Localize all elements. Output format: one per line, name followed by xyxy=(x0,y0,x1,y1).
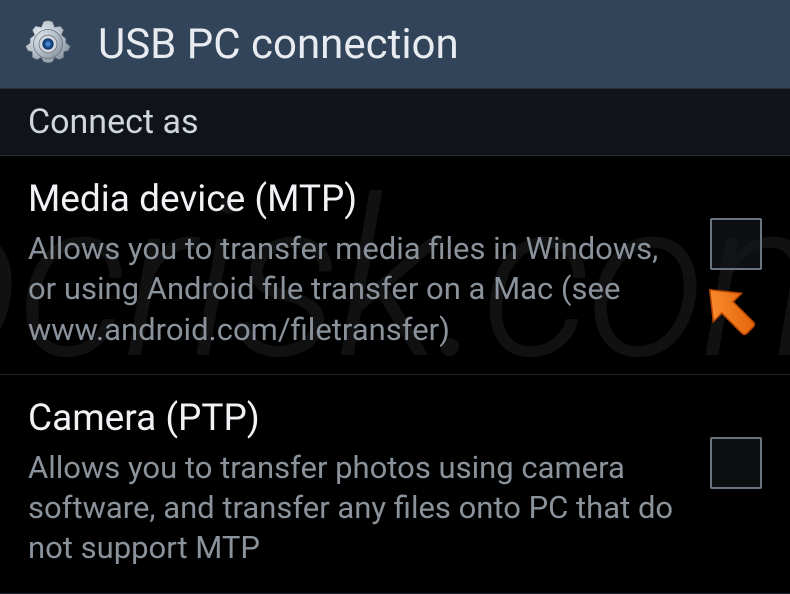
checkbox-wrap xyxy=(710,397,762,489)
page-title: USB PC connection xyxy=(98,20,459,69)
section-title: Connect as xyxy=(28,102,199,142)
arrow-pointer-icon xyxy=(696,276,766,350)
option-text: Camera (PTP) Allows you to transfer phot… xyxy=(28,397,710,569)
section-header: Connect as xyxy=(0,88,790,156)
option-text: Media device (MTP) Allows you to transfe… xyxy=(28,178,710,350)
checkbox-wrap xyxy=(710,178,762,270)
option-title: Camera (PTP) xyxy=(28,397,690,440)
option-ptp[interactable]: Camera (PTP) Allows you to transfer phot… xyxy=(0,375,790,594)
checkbox-ptp[interactable] xyxy=(710,437,762,489)
option-title: Media device (MTP) xyxy=(28,178,690,221)
header-bar: USB PC connection xyxy=(0,0,790,88)
gear-icon xyxy=(20,16,76,72)
checkbox-mtp[interactable] xyxy=(710,218,762,270)
option-description: Allows you to transfer photos using came… xyxy=(28,448,690,569)
option-mtp[interactable]: Media device (MTP) Allows you to transfe… xyxy=(0,156,790,375)
options-list: Media device (MTP) Allows you to transfe… xyxy=(0,156,790,594)
option-description: Allows you to transfer media files in Wi… xyxy=(28,229,690,350)
